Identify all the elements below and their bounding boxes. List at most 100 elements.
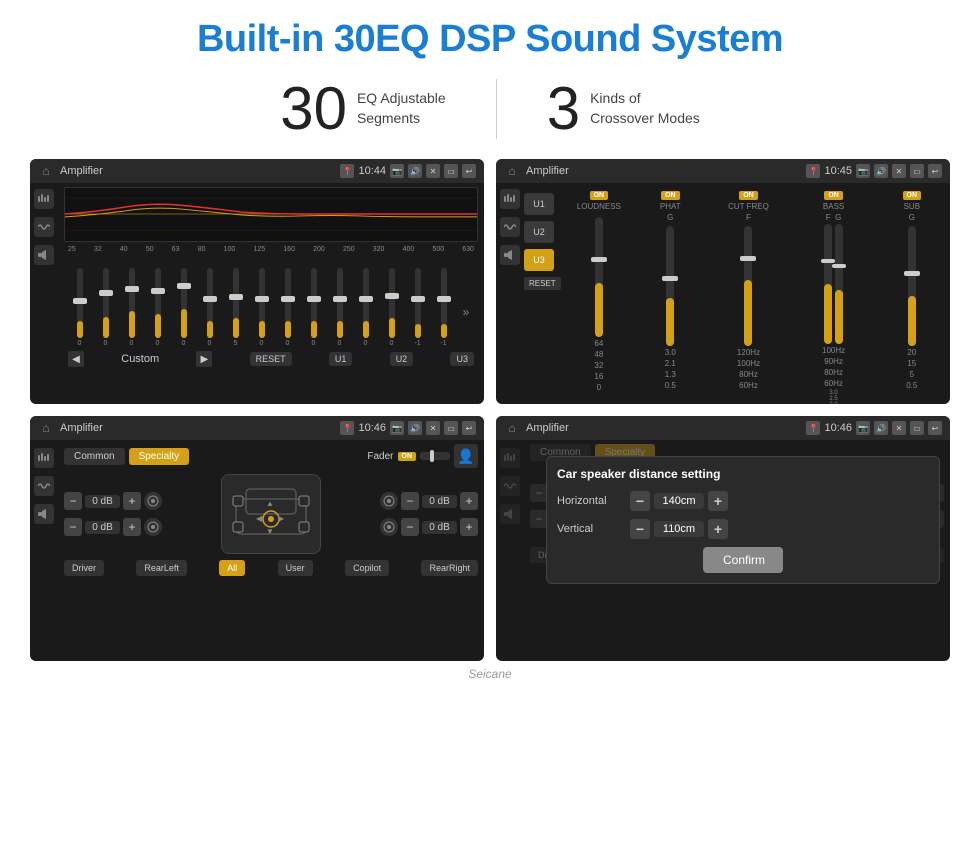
slider-2[interactable]: 0 bbox=[94, 268, 117, 347]
x-icon-4[interactable]: ✕ bbox=[892, 421, 906, 435]
vertical-minus-button[interactable]: − bbox=[630, 519, 650, 539]
slider-6[interactable]: 0 bbox=[198, 268, 221, 347]
loudness-on-badge[interactable]: ON bbox=[590, 191, 609, 200]
cutfreq-f-label: F bbox=[746, 213, 751, 222]
fader-on-badge[interactable]: ON bbox=[398, 452, 417, 461]
wave-icon-2[interactable] bbox=[500, 217, 520, 237]
volume-icon-4[interactable]: 🔊 bbox=[874, 421, 888, 435]
sub-on-badge[interactable]: ON bbox=[903, 191, 922, 200]
home-icon[interactable]: ⌂ bbox=[38, 163, 54, 179]
back-icon-4[interactable]: ↩ bbox=[928, 421, 942, 435]
slider-9[interactable]: 0 bbox=[276, 268, 299, 347]
slider-8[interactable]: 0 bbox=[250, 268, 273, 347]
home-icon-4[interactable]: ⌂ bbox=[504, 420, 520, 436]
home-icon-2[interactable]: ⌂ bbox=[504, 163, 520, 179]
ch-rr-minus[interactable]: − bbox=[401, 518, 419, 536]
volume-icon-2[interactable]: 🔊 bbox=[874, 164, 888, 178]
speaker-icon-3[interactable] bbox=[34, 504, 54, 524]
bass-on-badge[interactable]: ON bbox=[824, 191, 843, 200]
ch-rr-plus[interactable]: + bbox=[460, 518, 478, 536]
window-icon[interactable]: ▭ bbox=[444, 164, 458, 178]
window-icon-2[interactable]: ▭ bbox=[910, 164, 924, 178]
phat-slider[interactable] bbox=[666, 226, 674, 346]
preset-u1[interactable]: U1 bbox=[524, 193, 554, 215]
sub-slider[interactable] bbox=[908, 226, 916, 346]
x-icon[interactable]: ✕ bbox=[426, 164, 440, 178]
phat-g-label: G bbox=[667, 213, 673, 222]
driver-button[interactable]: Driver bbox=[64, 560, 104, 576]
loudness-slider[interactable] bbox=[595, 217, 603, 337]
eq-next-button[interactable]: ▶ bbox=[196, 351, 212, 367]
cutfreq-on-badge[interactable]: ON bbox=[739, 191, 758, 200]
x-icon-3[interactable]: ✕ bbox=[426, 421, 440, 435]
rearleft-button[interactable]: RearLeft bbox=[136, 560, 187, 576]
speaker-icon[interactable] bbox=[34, 245, 54, 265]
window-icon-4[interactable]: ▭ bbox=[910, 421, 924, 435]
slider-7[interactable]: 5 bbox=[224, 268, 247, 347]
user-button[interactable]: User bbox=[278, 560, 313, 576]
ch-fl-plus[interactable]: + bbox=[123, 492, 141, 510]
eq-icon-2[interactable] bbox=[500, 189, 520, 209]
eq-icon-3[interactable] bbox=[34, 448, 54, 468]
horizontal-control: − 140cm + bbox=[630, 491, 728, 511]
speaker-icon-2[interactable] bbox=[500, 245, 520, 265]
reset-button-1[interactable]: RESET bbox=[250, 352, 292, 366]
slider-3[interactable]: 0 bbox=[120, 268, 143, 347]
phat-on-badge[interactable]: ON bbox=[661, 191, 680, 200]
x-icon-2[interactable]: ✕ bbox=[892, 164, 906, 178]
tab-specialty[interactable]: Specialty bbox=[129, 448, 190, 465]
wave-icon-3[interactable] bbox=[34, 476, 54, 496]
volume-icon[interactable]: 🔊 bbox=[408, 164, 422, 178]
ch-fr-plus[interactable]: + bbox=[460, 492, 478, 510]
slider-12[interactable]: 0 bbox=[354, 268, 377, 347]
preset-u3[interactable]: U3 bbox=[524, 249, 554, 271]
horizontal-minus-button[interactable]: − bbox=[630, 491, 650, 511]
eq-icon[interactable] bbox=[34, 189, 54, 209]
cutfreq-slider[interactable] bbox=[744, 226, 752, 346]
ch-rl-minus[interactable]: − bbox=[64, 518, 82, 536]
bass-slider-f[interactable] bbox=[824, 224, 832, 344]
eq-prev-button[interactable]: ◀ bbox=[68, 351, 84, 367]
reset-button-2[interactable]: RESET bbox=[524, 277, 561, 290]
camera-icon-2[interactable]: 📷 bbox=[856, 164, 870, 178]
back-icon-3[interactable]: ↩ bbox=[462, 421, 476, 435]
slider-11[interactable]: 0 bbox=[328, 268, 351, 347]
slider-14[interactable]: -1 bbox=[406, 268, 429, 347]
slider-10[interactable]: 0 bbox=[302, 268, 325, 347]
freq-40: 40 bbox=[120, 246, 128, 253]
slider-5[interactable]: 0 bbox=[172, 268, 195, 347]
tab-common[interactable]: Common bbox=[64, 448, 125, 465]
camera-icon-3[interactable]: 📷 bbox=[390, 421, 404, 435]
camera-icon-4[interactable]: 📷 bbox=[856, 421, 870, 435]
topbar-time-3: 10:46 bbox=[358, 422, 386, 434]
u1-button-1[interactable]: U1 bbox=[329, 352, 353, 366]
copilot-button[interactable]: Copilot bbox=[345, 560, 389, 576]
ch-fl-minus[interactable]: − bbox=[64, 492, 82, 510]
person-icon: 👤 bbox=[454, 444, 478, 468]
slider-15[interactable]: -1 bbox=[432, 268, 455, 347]
ch-rl-plus[interactable]: + bbox=[123, 518, 141, 536]
slider-13[interactable]: 0 bbox=[380, 268, 403, 347]
horizontal-plus-button[interactable]: + bbox=[708, 491, 728, 511]
fader-track[interactable] bbox=[420, 452, 450, 460]
back-icon[interactable]: ↩ bbox=[462, 164, 476, 178]
topbar-icons-4: 📍 10:46 📷 🔊 ✕ ▭ ↩ bbox=[806, 421, 942, 435]
rearright-button[interactable]: RearRight bbox=[421, 560, 478, 576]
home-icon-3[interactable]: ⌂ bbox=[38, 420, 54, 436]
back-icon-2[interactable]: ↩ bbox=[928, 164, 942, 178]
wave-icon[interactable] bbox=[34, 217, 54, 237]
u2-button-1[interactable]: U2 bbox=[390, 352, 414, 366]
vertical-plus-button[interactable]: + bbox=[708, 519, 728, 539]
volume-icon-3[interactable]: 🔊 bbox=[408, 421, 422, 435]
all-button[interactable]: All bbox=[219, 560, 245, 576]
confirm-button[interactable]: Confirm bbox=[703, 547, 783, 573]
camera-icon[interactable]: 📷 bbox=[390, 164, 404, 178]
preset-u2[interactable]: U2 bbox=[524, 221, 554, 243]
slider-1[interactable]: 0 bbox=[68, 268, 91, 347]
u3-button-1[interactable]: U3 bbox=[450, 352, 474, 366]
window-icon-3[interactable]: ▭ bbox=[444, 421, 458, 435]
ch-fr-minus[interactable]: − bbox=[401, 492, 419, 510]
more-sliders-icon[interactable]: » bbox=[458, 277, 474, 347]
bass-slider-g[interactable] bbox=[835, 224, 843, 344]
slider-4[interactable]: 0 bbox=[146, 268, 169, 347]
